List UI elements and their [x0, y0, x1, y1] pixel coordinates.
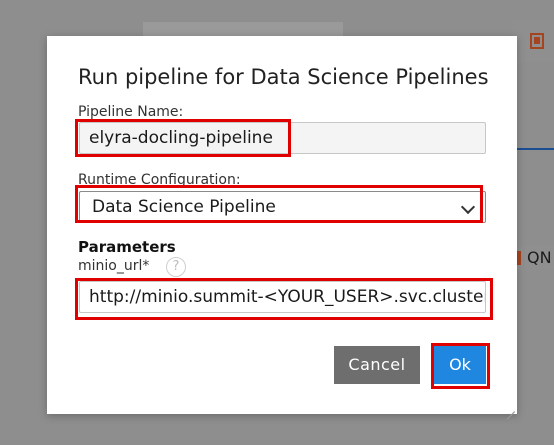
chevron-down-icon [460, 199, 476, 215]
minio-url-label: minio_url* [78, 258, 150, 274]
background-bookmark-button [513, 20, 554, 62]
runtime-configuration-label: Runtime Configuration: [78, 172, 241, 188]
help-icon[interactable]: ? [166, 257, 186, 277]
pipeline-name-input[interactable]: elyra-docling-pipeline [79, 122, 486, 154]
runtime-configuration-value: Data Science Pipeline [92, 197, 276, 217]
background-side-label: QN [527, 248, 552, 267]
background-divider [517, 148, 554, 150]
resize-handle-icon[interactable] [507, 404, 515, 412]
side-item-icon [517, 251, 521, 265]
background-side-item: QN [513, 246, 554, 270]
dialog-title: Run pipeline for Data Science Pipelines [78, 65, 489, 89]
minio-url-input[interactable]: http://minio.summit-<YOUR_USER>.svc.clus… [79, 281, 486, 313]
pipeline-name-label: Pipeline Name: [78, 104, 184, 120]
ok-button[interactable]: Ok [434, 346, 486, 384]
run-pipeline-dialog: Run pipeline for Data Science Pipelines … [47, 36, 517, 414]
runtime-configuration-select[interactable]: Data Science Pipeline [79, 191, 486, 223]
bookmark-icon [530, 33, 544, 49]
parameters-heading: Parameters [78, 238, 176, 256]
cancel-button[interactable]: Cancel [334, 346, 420, 384]
